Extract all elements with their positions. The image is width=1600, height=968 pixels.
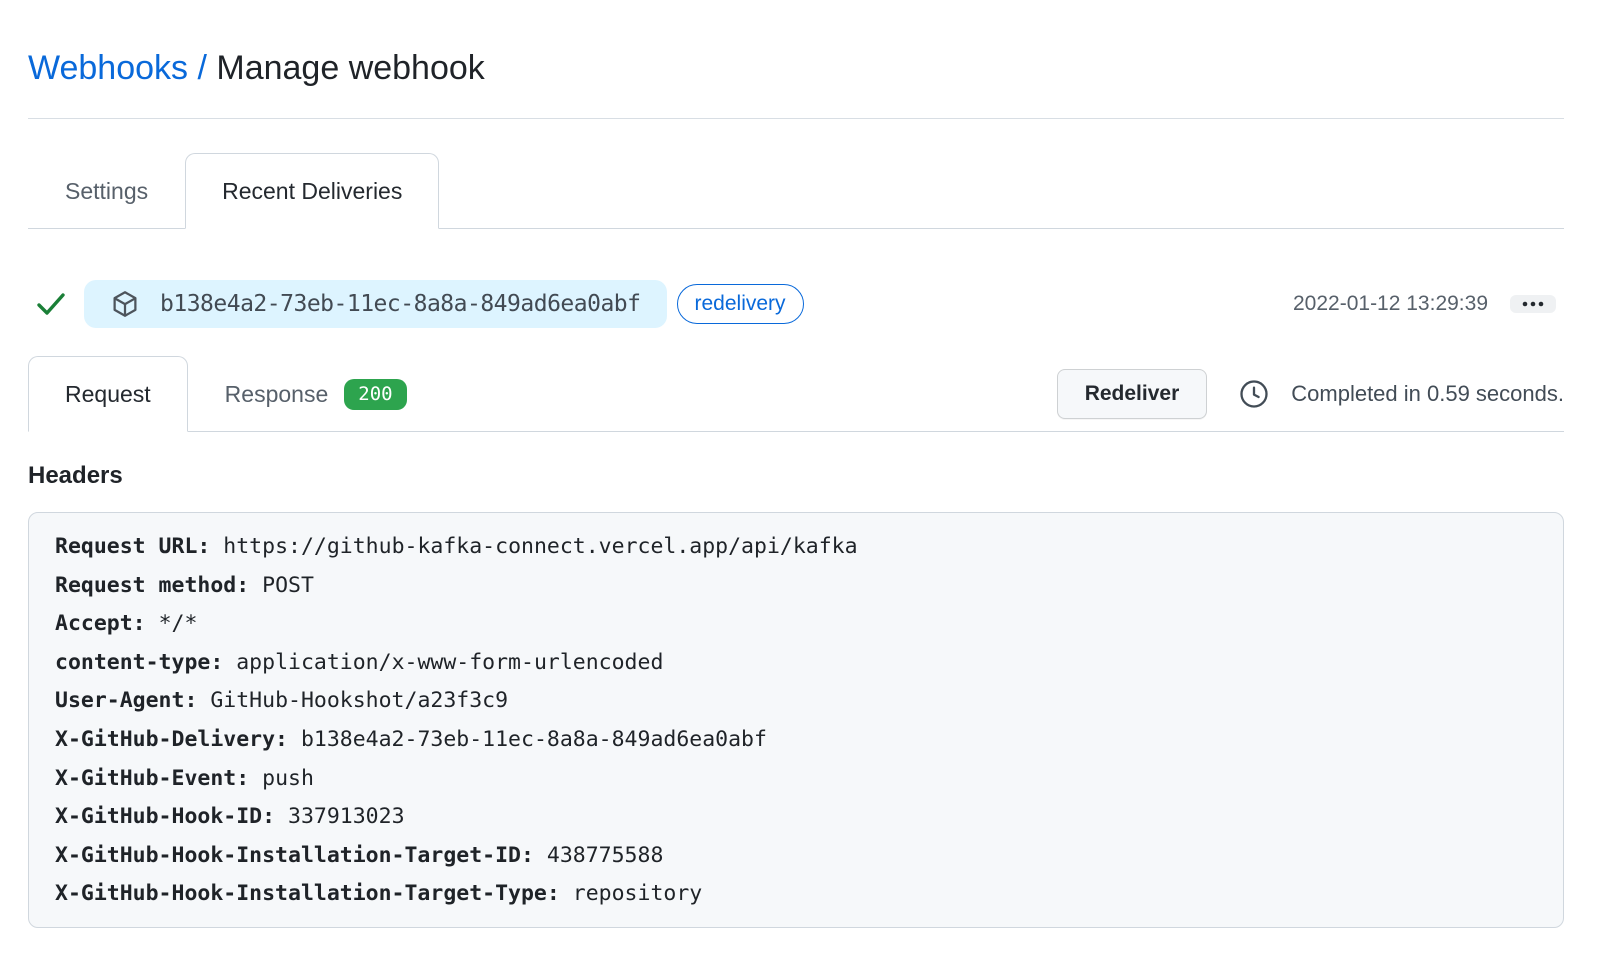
tab-recent-deliveries-label: Recent Deliveries	[222, 178, 402, 205]
header-key: X-GitHub-Hook-Installation-Target-Type:	[55, 881, 560, 906]
tab-settings[interactable]: Settings	[28, 153, 185, 229]
header-value: https://github-kafka-connect.vercel.app/…	[223, 534, 857, 559]
tab-request-label: Request	[65, 381, 151, 408]
header-key: X-GitHub-Hook-Installation-Target-ID:	[55, 843, 534, 868]
page-title: Webhooks / Manage webhook	[28, 44, 1564, 92]
header-value: b138e4a2-73eb-11ec-8a8a-849ad6ea0abf	[301, 727, 767, 752]
breadcrumb-webhooks-link[interactable]: Webhooks /	[28, 49, 216, 87]
header-line: X-GitHub-Hook-Installation-Target-ID: 43…	[55, 837, 1537, 876]
breadcrumb-link-label: Webhooks	[28, 49, 188, 87]
delivery-actions: Redeliver Completed in 0.59 seconds.	[1057, 356, 1564, 431]
header-line: Request method: POST	[55, 567, 1537, 606]
package-icon	[110, 289, 140, 319]
header-line: X-GitHub-Hook-Installation-Target-Type: …	[55, 875, 1537, 914]
redeliver-button[interactable]: Redeliver	[1057, 369, 1208, 419]
webhook-tabnav: Settings Recent Deliveries	[28, 153, 1564, 229]
delivery-detail-tabnav: Request Response 200 Redeliver Completed…	[28, 356, 1564, 432]
delivery-guid-pill[interactable]: b138e4a2-73eb-11ec-8a8a-849ad6ea0abf	[84, 280, 667, 328]
check-icon	[34, 287, 68, 321]
header-line: X-GitHub-Delivery: b138e4a2-73eb-11ec-8a…	[55, 721, 1537, 760]
breadcrumb-separator: /	[188, 49, 216, 87]
header-key: X-GitHub-Event:	[55, 766, 249, 791]
tab-recent-deliveries[interactable]: Recent Deliveries	[185, 153, 439, 229]
header-key: content-type:	[55, 650, 223, 675]
header-value: push	[262, 766, 314, 791]
page-header: Webhooks / Manage webhook	[28, 0, 1564, 119]
page-title-text: Manage webhook	[216, 49, 484, 87]
clock-icon	[1239, 379, 1269, 409]
delivery-guid: b138e4a2-73eb-11ec-8a8a-849ad6ea0abf	[160, 291, 641, 317]
kebab-menu-button[interactable]	[1510, 295, 1556, 313]
header-key: Request method:	[55, 573, 249, 598]
header-line: content-type: application/x-www-form-url…	[55, 644, 1537, 683]
tab-response[interactable]: Response 200	[188, 356, 444, 432]
request-headers-block: Request URL: https://github-kafka-connec…	[28, 512, 1564, 928]
header-key: X-GitHub-Delivery:	[55, 727, 288, 752]
header-line: X-GitHub-Hook-ID: 337913023	[55, 798, 1537, 837]
header-value: application/x-www-form-urlencoded	[236, 650, 663, 675]
header-value: GitHub-Hookshot/a23f3c9	[210, 688, 508, 713]
tab-request[interactable]: Request	[28, 356, 188, 432]
headers-heading: Headers	[28, 462, 1564, 490]
header-line: Accept: */*	[55, 605, 1537, 644]
header-key: Accept:	[55, 611, 146, 636]
tab-response-label: Response	[225, 381, 329, 408]
header-value: 337913023	[288, 804, 405, 829]
completed-duration-text: Completed in 0.59 seconds.	[1291, 381, 1564, 407]
tab-settings-label: Settings	[65, 178, 148, 205]
delivery-row: b138e4a2-73eb-11ec-8a8a-849ad6ea0abf red…	[28, 279, 1564, 329]
header-key: X-GitHub-Hook-ID:	[55, 804, 275, 829]
header-value: */*	[159, 611, 198, 636]
header-value: repository	[573, 881, 702, 906]
header-key: Request URL:	[55, 534, 210, 559]
header-key: User-Agent:	[55, 688, 197, 713]
delivery-row-meta: 2022-01-12 13:29:39	[1293, 292, 1564, 316]
response-status-badge: 200	[344, 379, 406, 410]
page-container: Webhooks / Manage webhook Settings Recen…	[28, 0, 1564, 928]
kebab-icon	[1521, 300, 1545, 308]
header-line: Request URL: https://github-kafka-connec…	[55, 528, 1537, 567]
header-line: X-GitHub-Event: push	[55, 760, 1537, 799]
header-value: 438775588	[547, 843, 664, 868]
delivery-timestamp: 2022-01-12 13:29:39	[1293, 292, 1488, 316]
redelivery-badge: redelivery	[677, 284, 804, 323]
header-value: POST	[262, 573, 314, 598]
header-line: User-Agent: GitHub-Hookshot/a23f3c9	[55, 682, 1537, 721]
